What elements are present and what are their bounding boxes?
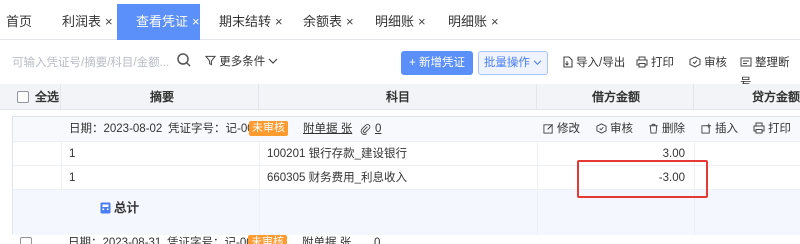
print-all-button[interactable]: 打印 xyxy=(636,53,674,73)
edit-icon xyxy=(543,123,554,134)
more-filters-label: 更多条件 xyxy=(219,56,266,68)
toolbar: 可输入凭证号/摘要/科目/金额... 更多条件 + 新增凭证 批量操作 导入/导… xyxy=(0,40,800,89)
status-badge: 未审核 xyxy=(248,235,287,244)
chevron-down-icon xyxy=(533,60,542,65)
entry-subject: 100201 银行存款_建设银行 xyxy=(267,148,407,160)
tab-period-end-transfer[interactable]: 期末结转 × xyxy=(219,4,283,40)
chevron-down-icon xyxy=(268,58,278,64)
voucher-date: 日期：2023-08-31 xyxy=(68,237,162,244)
column-divider xyxy=(61,141,62,189)
close-icon[interactable]: × xyxy=(105,14,113,29)
attachment-count[interactable]: 0 xyxy=(375,121,381,137)
close-icon[interactable]: × xyxy=(346,14,354,29)
credit-column-header: 贷方金额 xyxy=(752,90,800,104)
select-all-label: 全选 xyxy=(35,90,60,104)
column-divider xyxy=(693,84,694,110)
insert-label: 插入 xyxy=(715,123,738,135)
tab-label: 余额表 xyxy=(303,14,343,29)
search-icon[interactable] xyxy=(176,52,192,68)
tab-home[interactable]: 首页 xyxy=(6,4,32,40)
tab-profit-statement[interactable]: 利润表 × xyxy=(62,4,113,40)
tab-label: 期末结转 xyxy=(219,14,272,29)
edit-voucher-button[interactable]: 修改 xyxy=(543,121,580,137)
attachment-count[interactable]: 0 xyxy=(374,235,380,244)
insert-icon xyxy=(701,123,712,134)
audit-icon xyxy=(689,56,701,68)
tab-label: 明细账 xyxy=(448,14,488,29)
tab-ledger-2[interactable]: 明细账 × xyxy=(448,4,499,40)
audit-label: 审核 xyxy=(610,123,633,135)
status-badge: 未审核 xyxy=(249,121,288,136)
edit-label: 修改 xyxy=(557,123,580,135)
delete-label: 删除 xyxy=(662,123,685,135)
voucher-number: 凭证字号：记-003 xyxy=(167,237,260,244)
column-divider xyxy=(259,141,260,235)
filter-icon xyxy=(204,55,217,66)
new-voucher-button[interactable]: + 新增凭证 xyxy=(401,51,473,75)
column-divider xyxy=(258,84,259,110)
amount-highlight-box xyxy=(577,160,708,198)
import-export-icon xyxy=(563,56,573,68)
print-voucher-button[interactable]: 打印 xyxy=(753,121,791,137)
voucher-header: 日期：2023-08-02 凭证字号：记-002 未审核 附单据 张 0 修改 … xyxy=(13,117,800,141)
column-divider xyxy=(537,141,538,235)
debit-column-header: 借方金额 xyxy=(592,90,641,104)
close-icon[interactable]: × xyxy=(192,14,200,29)
tab-balance-sheet[interactable]: 余额表 × xyxy=(303,4,354,40)
paperclip-icon xyxy=(360,124,371,135)
import-export-label: 导入/导出 xyxy=(576,57,626,69)
entry-subject: 660305 财务费用_利息收入 xyxy=(267,172,407,184)
audit-all-button[interactable]: 审核 xyxy=(689,53,727,73)
close-icon[interactable]: × xyxy=(491,14,499,29)
import-export-button[interactable]: 导入/导出 xyxy=(562,53,625,73)
print-label: 打印 xyxy=(768,123,791,135)
summary-column-header: 摘要 xyxy=(150,90,175,104)
search-input[interactable]: 可输入凭证号/摘要/科目/金额... xyxy=(12,52,192,74)
renumber-icon xyxy=(740,57,752,67)
column-divider xyxy=(60,84,61,110)
close-icon[interactable]: × xyxy=(275,14,283,29)
attachment-link[interactable]: 附单据 张 xyxy=(302,235,351,244)
renumber-button[interactable]: 整理断号 xyxy=(740,53,800,89)
tab-label: 明细账 xyxy=(375,14,415,29)
tab-label: 首页 xyxy=(6,14,33,29)
tab-bar: 首页 利润表 × 查看凭证 × 期末结转 × 余额表 × 明细账 × 明细账 × xyxy=(0,0,800,40)
calculator-icon xyxy=(100,202,111,214)
subject-column-header: 科目 xyxy=(386,90,411,104)
audit-icon xyxy=(596,123,607,134)
column-divider xyxy=(536,84,537,110)
audit-label: 审核 xyxy=(704,57,727,69)
next-voucher-header: 日期：2023-08-31 凭证字号：记-003 未审核 附单据 张 0 xyxy=(0,234,800,244)
table-header: 全选 摘要 科目 借方金额 贷方金额 xyxy=(0,84,800,110)
audit-voucher-button[interactable]: 审核 xyxy=(596,121,633,137)
batch-operations-label: 批量操作 xyxy=(483,57,530,69)
entry-summary: 1 xyxy=(69,148,76,160)
printer-icon xyxy=(636,56,648,68)
select-all-checkbox[interactable] xyxy=(17,91,29,103)
voucher-date: 日期：2023-08-02 xyxy=(69,123,163,135)
total-label: 总计 xyxy=(114,201,140,215)
insert-voucher-button[interactable]: 插入 xyxy=(701,121,738,137)
close-icon[interactable]: × xyxy=(418,14,426,29)
attachment-link[interactable]: 附单据 张 xyxy=(303,121,352,137)
printer-icon xyxy=(753,122,765,134)
voucher-checkbox[interactable] xyxy=(20,237,32,244)
voucher-number: 凭证字号：记-002 xyxy=(168,123,261,135)
trash-icon xyxy=(649,123,658,134)
batch-operations-button[interactable]: 批量操作 xyxy=(478,51,548,75)
more-filters-button[interactable]: 更多条件 xyxy=(204,53,278,71)
delete-voucher-button[interactable]: 删除 xyxy=(648,121,685,137)
tab-label: 查看凭证 xyxy=(136,14,189,29)
tab-view-voucher[interactable]: 查看凭证 × xyxy=(117,4,200,40)
tab-ledger-1[interactable]: 明细账 × xyxy=(375,4,426,40)
print-label: 打印 xyxy=(651,57,674,69)
entry-summary: 1 xyxy=(69,172,76,184)
tab-label: 利润表 xyxy=(62,14,102,29)
